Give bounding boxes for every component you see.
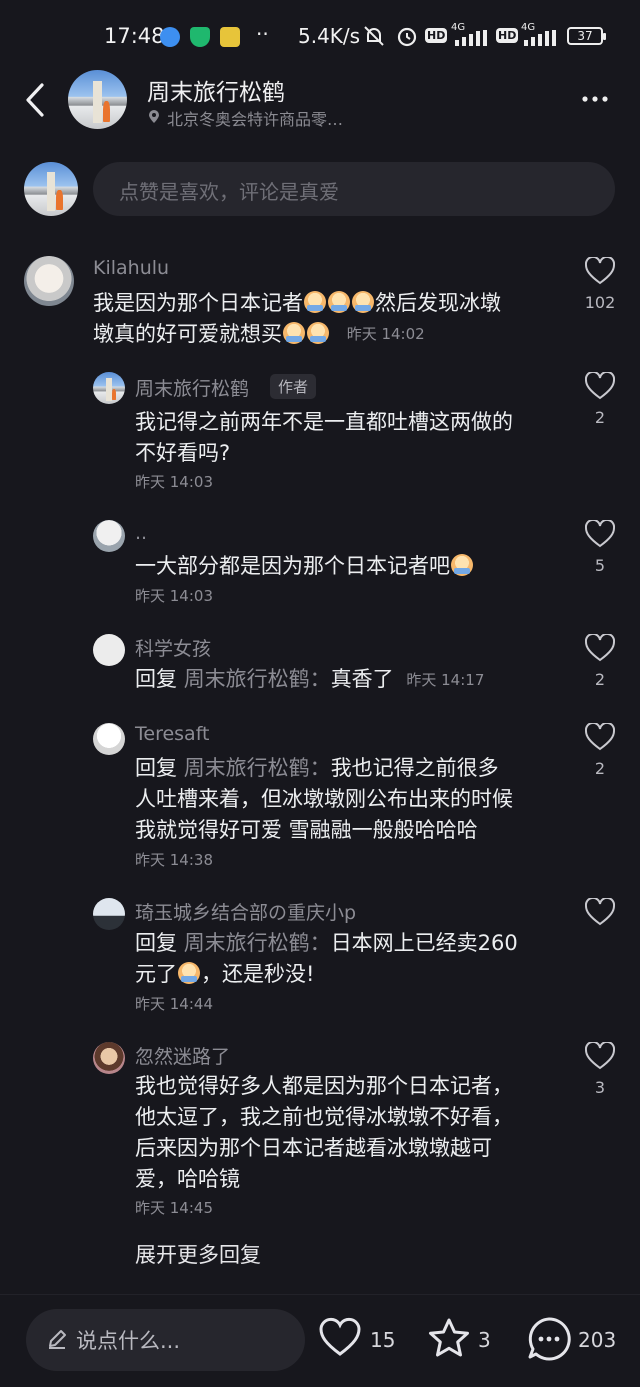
comment-text: 我也觉得好多人都是因为那个日本记者， — [135, 1074, 513, 1098]
crying-emoji-icon — [307, 322, 329, 344]
app-badge-icon — [220, 27, 240, 47]
comment-text-line3: 后来因为那个日本记者越看冰墩墩越可 — [135, 1136, 492, 1160]
comment-time: 昨天 14:17 — [406, 671, 485, 689]
comment-username[interactable]: .. — [135, 522, 147, 544]
reply-target[interactable]: 周末旅行松鹤： — [184, 756, 331, 780]
comment-username[interactable]: 琦玉城乡结合部の重庆小p — [135, 898, 356, 925]
crying-emoji-icon — [178, 962, 200, 984]
comment-text: 我记得之前两年不是一直都吐槽这两做的 — [135, 410, 513, 434]
commenter-avatar[interactable] — [93, 898, 125, 930]
heart-icon[interactable] — [585, 257, 615, 285]
comment-count: 203 — [578, 1328, 617, 1352]
comment-text-line2: 不好看吗? — [135, 441, 231, 465]
comment-text-line2: 他太逗了，我之前也觉得冰墩墩不好看， — [135, 1105, 513, 1129]
like-count: 2 — [594, 759, 606, 778]
comment-text: 回复 周末旅行松鹤：我也记得之前很多 — [135, 756, 499, 780]
signal-icon-2 — [524, 30, 556, 46]
heart-icon[interactable] — [585, 520, 615, 548]
status-time: 17:48 — [104, 24, 165, 48]
like-count: 2 — [594, 408, 606, 427]
crying-emoji-icon — [283, 322, 305, 344]
bottom-input-placeholder: 说点什么... — [76, 1329, 181, 1353]
network-speed: 5.4K/s — [298, 24, 361, 48]
shield-icon — [190, 27, 210, 47]
reply-prefix: 回复 — [135, 931, 177, 955]
comment-text-line4: 爱，哈哈镜 — [135, 1167, 240, 1191]
crying-emoji-icon — [352, 291, 374, 313]
like-count-total: 15 — [370, 1328, 396, 1352]
signal-icon — [455, 30, 487, 46]
comment-text-line3: 我就觉得好可爱 雪融融一般般哈哈哈 — [135, 818, 478, 842]
comment-input[interactable]: 点赞是喜欢，评论是真爱 — [93, 162, 615, 216]
bottom-comment-input[interactable]: 说点什么... — [26, 1309, 305, 1371]
expand-more-replies-button[interactable]: 展开更多回复 — [135, 1239, 261, 1269]
mute-icon — [364, 26, 384, 46]
star-icon[interactable] — [427, 1317, 471, 1359]
more-options-icon[interactable] — [582, 96, 608, 102]
battery-icon: 37 — [567, 27, 606, 45]
comment-text-line2: 人吐槽来着，但冰墩墩刚公布出来的时候 — [135, 787, 513, 811]
hd-icon: HD — [425, 28, 448, 43]
author-avatar[interactable] — [68, 70, 127, 129]
crying-emoji-icon — [451, 554, 473, 576]
page-title[interactable]: 周末旅行松鹤 — [147, 73, 285, 107]
comment-text: 回复 周末旅行松鹤：日本网上已经卖260 — [135, 931, 518, 955]
status-bar: 17:48 ·· 5.4K/s HD 4G HD 4G 37 — [0, 0, 640, 72]
comment-time: 昨天 14:38 — [135, 851, 213, 869]
comment-username[interactable]: Kilahulu — [93, 257, 169, 279]
like-count: 2 — [594, 670, 606, 689]
comment-text-line2: 元了 ，还是秒没! — [135, 962, 315, 986]
comment-time: 昨天 14:45 — [135, 1199, 213, 1217]
like-heart-icon[interactable] — [319, 1317, 361, 1357]
comment-username[interactable]: 科学女孩 — [135, 634, 211, 661]
crying-emoji-icon — [328, 291, 350, 313]
comment-input-placeholder: 点赞是喜欢，评论是真爱 — [119, 180, 339, 204]
reply-target[interactable]: 周末旅行松鹤： — [184, 667, 331, 691]
location-pin-icon — [149, 110, 159, 123]
comment-username[interactable]: Teresaft — [135, 723, 210, 745]
heart-icon[interactable] — [585, 634, 615, 662]
comment-time: 昨天 14:44 — [135, 995, 213, 1013]
reply-prefix: 回复 — [135, 756, 177, 780]
pen-icon — [49, 1330, 66, 1349]
comment-time: 昨天 14:03 — [135, 473, 213, 491]
like-count: 102 — [584, 293, 616, 312]
my-avatar[interactable] — [24, 162, 78, 216]
alarm-icon — [397, 27, 417, 47]
comment-time: 昨天 14:02 — [346, 325, 425, 343]
reply-target[interactable]: 周末旅行松鹤： — [184, 931, 331, 955]
crying-emoji-icon — [304, 291, 326, 313]
commenter-avatar[interactable] — [93, 634, 125, 666]
location-text[interactable]: 北京冬奥会特许商品零… — [167, 106, 343, 130]
reply-prefix: 回复 — [135, 667, 177, 691]
commenter-avatar[interactable] — [93, 372, 125, 404]
heart-icon[interactable] — [585, 372, 615, 400]
app-notification-icon — [160, 27, 180, 47]
comment-username[interactable]: 忽然迷路了 — [135, 1042, 230, 1069]
commenter-avatar[interactable] — [93, 1042, 125, 1074]
like-count: 5 — [594, 556, 606, 575]
heart-icon[interactable] — [585, 723, 615, 751]
comment-text: 一大部分都是因为那个日本记者吧 — [135, 551, 474, 582]
commenter-avatar[interactable] — [93, 520, 125, 552]
author-badge: 作者 — [270, 374, 317, 399]
comment-text: 我是因为那个日本记者 然后发现冰墩 — [93, 291, 501, 315]
back-arrow-icon[interactable] — [22, 82, 50, 118]
commenter-avatar[interactable] — [93, 723, 125, 755]
comment-username[interactable]: 周末旅行松鹤 — [135, 374, 249, 401]
star-count: 3 — [478, 1328, 491, 1352]
comment-text: 回复 周末旅行松鹤：真香了 昨天 14:17 — [135, 667, 485, 691]
comment-bubble-icon[interactable] — [526, 1316, 572, 1362]
like-count: 3 — [594, 1078, 606, 1097]
hd-icon-2: HD — [496, 28, 519, 43]
comment-text-line2: 墩真的好可爱就想买 昨天 14:02 — [93, 322, 425, 346]
commenter-avatar[interactable] — [24, 256, 74, 306]
heart-icon[interactable] — [585, 1042, 615, 1070]
comment-time: 昨天 14:03 — [135, 587, 213, 605]
more-notifications-icon: ·· — [256, 22, 269, 46]
heart-icon[interactable] — [585, 898, 615, 926]
